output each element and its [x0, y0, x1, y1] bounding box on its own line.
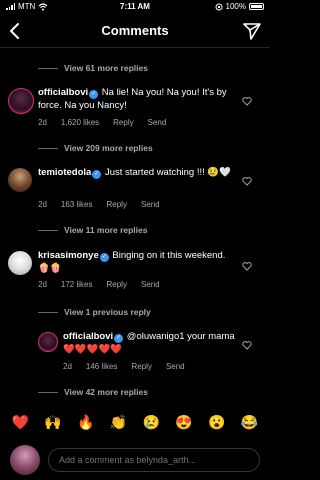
avatar[interactable] [8, 88, 34, 114]
send-button[interactable]: Send [148, 118, 167, 127]
page-title: Comments [101, 23, 169, 38]
comment-text: officialbovi ✓ @oluwanigo1 your mama ❤️❤️… [63, 330, 243, 356]
view-replies-button[interactable]: View 209 more replies [38, 143, 153, 153]
verified-badge-icon: ✓ [92, 170, 102, 179]
divider [38, 391, 58, 393]
comment-time: 2d [38, 200, 47, 209]
heart-outline-icon[interactable] [242, 176, 252, 186]
comment-username[interactable]: officialbovi [38, 87, 88, 98]
likes-count[interactable]: 163 likes [61, 200, 93, 209]
verified-badge-icon: ✓ [99, 253, 109, 262]
emoji-fire[interactable]: 🔥 [77, 414, 94, 431]
divider [38, 311, 58, 313]
likes-count[interactable]: 146 likes [86, 362, 118, 371]
heart-outline-icon[interactable] [242, 96, 252, 106]
verified-badge-icon: ✓ [114, 334, 124, 343]
comment-meta: 2d 172 likes Reply Send [38, 280, 160, 289]
comment-text: officialbovi ✓ Na lie! Na you! Na you! It… [38, 86, 238, 112]
reply-button[interactable]: Reply [113, 118, 133, 127]
emoji-crying-face[interactable]: 😢 [143, 414, 160, 431]
heart-outline-icon[interactable] [242, 261, 252, 271]
comment-time: 2d [38, 118, 47, 127]
comment-text: temiotedola ✓ Just started watching !!! 😢… [38, 166, 238, 179]
emoji-surprised-face[interactable]: 😮 [208, 414, 225, 431]
send-button[interactable]: Send [141, 280, 160, 289]
status-bar: MTN 7:11 AM 100% [0, 0, 270, 14]
battery-icon [249, 3, 264, 10]
reply-button[interactable]: Reply [106, 280, 126, 289]
view-replies-label: View 42 more replies [64, 387, 148, 397]
comment-time: 2d [63, 362, 72, 371]
view-replies-label: View 209 more replies [64, 143, 153, 153]
header: Comments [0, 14, 270, 48]
comment-body: Just started watching !!! 😢🤍 [104, 167, 232, 178]
paper-plane-icon[interactable] [242, 21, 262, 41]
orientation-lock-icon [215, 3, 223, 10]
divider [38, 229, 58, 231]
reply-button[interactable]: Reply [131, 362, 151, 371]
emoji-laughing-face[interactable]: 😂 [241, 414, 258, 431]
view-replies-button[interactable]: View 42 more replies [38, 387, 148, 397]
comment-text: krisasimonye ✓ Binging on it this weekend… [38, 249, 238, 275]
battery-percent: 100% [225, 2, 246, 11]
comment-meta: 2d 146 likes Reply Send [63, 362, 185, 371]
status-right: 100% [215, 2, 264, 11]
emoji-raised-hands[interactable]: 🙌 [44, 414, 61, 431]
avatar[interactable] [10, 445, 40, 475]
avatar[interactable] [38, 332, 58, 352]
view-replies-button[interactable]: View 61 more replies [38, 63, 148, 73]
divider [38, 67, 58, 69]
comment-input[interactable] [48, 448, 260, 472]
send-button[interactable]: Send [141, 200, 160, 209]
comment-meta: 2d 163 likes Reply Send [38, 200, 160, 209]
comment-username[interactable]: officialbovi [63, 331, 113, 342]
view-replies-label: View 1 previous reply [64, 307, 151, 317]
likes-count[interactable]: 172 likes [61, 280, 93, 289]
quick-reaction-bar: ❤️ 🙌 🔥 👏 😢 😍 😮 😂 [0, 408, 270, 436]
divider [38, 147, 58, 149]
emoji-clapping-hands[interactable]: 👏 [110, 414, 127, 431]
avatar[interactable] [8, 168, 32, 192]
comment-username[interactable]: krisasimonye [38, 250, 99, 261]
verified-badge-icon: ✓ [89, 90, 99, 99]
reply-button[interactable]: Reply [106, 200, 126, 209]
view-replies-label: View 11 more replies [64, 225, 148, 235]
view-replies-label: View 61 more replies [64, 63, 148, 73]
view-replies-button[interactable]: View 11 more replies [38, 225, 147, 235]
comment-username[interactable]: temiotedola [38, 167, 91, 178]
send-button[interactable]: Send [166, 362, 185, 371]
view-previous-reply-button[interactable]: View 1 previous reply [38, 307, 151, 317]
comment-composer [0, 440, 270, 480]
avatar[interactable] [8, 251, 32, 275]
emoji-red-heart[interactable]: ❤️ [12, 414, 29, 431]
comment-time: 2d [38, 280, 47, 289]
emoji-heart-eyes[interactable]: 😍 [175, 414, 192, 431]
likes-count[interactable]: 1,620 likes [61, 118, 99, 127]
heart-outline-icon[interactable] [242, 340, 252, 350]
comment-meta: 2d 1,620 likes Reply Send [38, 118, 166, 127]
